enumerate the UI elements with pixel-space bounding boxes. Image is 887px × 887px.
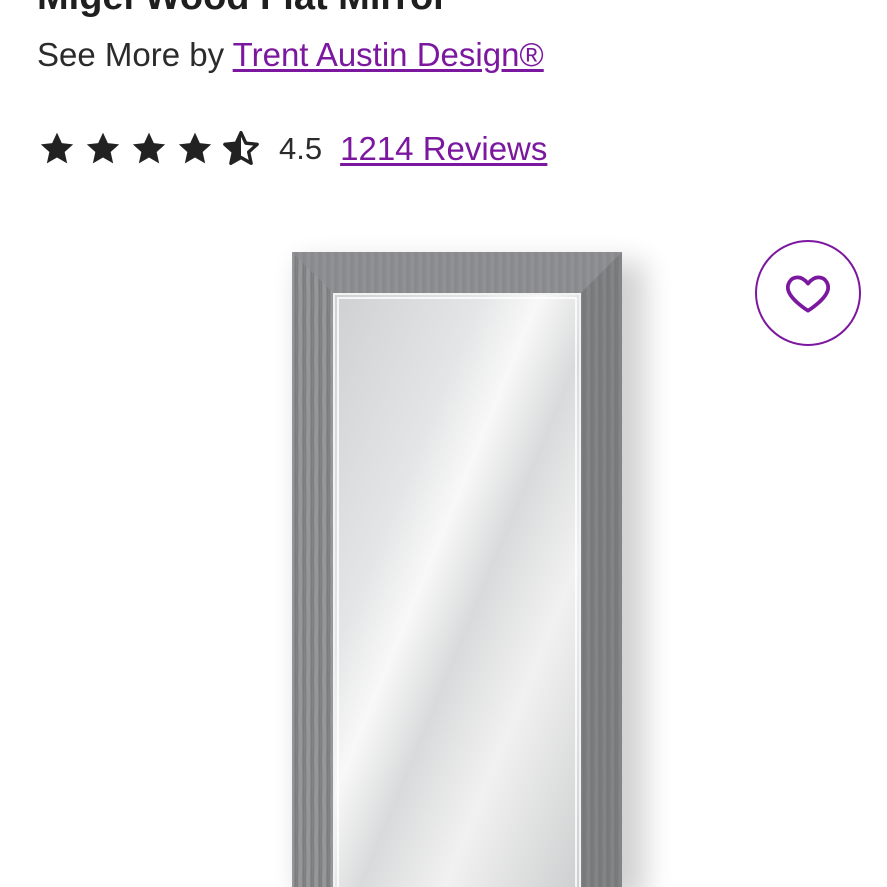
star-icon: [86, 132, 120, 164]
see-more-label: See More by: [37, 36, 225, 73]
rating-value: 4.5: [279, 131, 323, 166]
heart-icon: [786, 275, 830, 313]
product-title: Migel Wood Flat Mirror: [37, 0, 448, 19]
product-image[interactable]: [0, 200, 887, 887]
half-star-icon: [223, 131, 259, 165]
frame-top-edge: [292, 252, 622, 294]
see-more-line: See More by Trent Austin Design®: [37, 36, 544, 74]
mirror-glass: [333, 293, 581, 887]
star-icon: [132, 132, 166, 164]
rating-row: 4.5 1214 Reviews: [37, 124, 547, 174]
star-icon: [40, 132, 74, 164]
brand-link[interactable]: Trent Austin Design®: [233, 36, 544, 73]
reviews-link[interactable]: 1214 Reviews: [340, 130, 547, 168]
frame-right-edge: [580, 252, 622, 887]
star-rating[interactable]: [37, 129, 267, 169]
star-icon: [178, 132, 212, 164]
favorite-button[interactable]: [755, 240, 861, 346]
